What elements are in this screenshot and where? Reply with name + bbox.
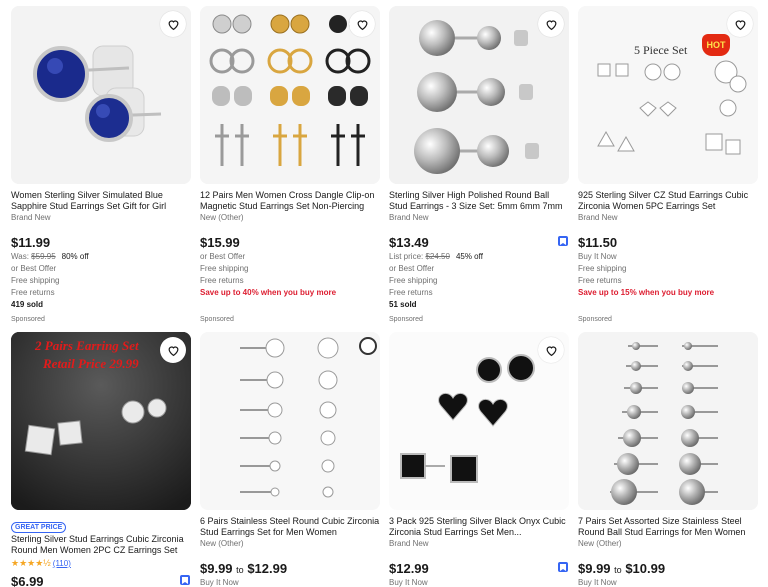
product-title[interactable]: Women Sterling Silver Simulated Blue Sap… — [11, 190, 191, 212]
was-label: Was: — [11, 252, 29, 261]
sponsored-label[interactable]: Sponsored — [11, 315, 191, 325]
best-offer: or Best Offer — [11, 264, 57, 273]
list-price: $24.50 — [425, 252, 450, 261]
rating-count[interactable]: (110) — [53, 559, 71, 568]
returns-info: Free returns — [200, 276, 244, 285]
product-price: $11.99 — [11, 235, 51, 250]
product-image[interactable]: 2 Pairs Earring Set Retail Price 29.99 — [11, 332, 191, 510]
product-image[interactable] — [200, 6, 380, 184]
product-condition: New (Other) — [200, 539, 244, 548]
heart-icon — [168, 345, 178, 356]
product-price: $11.50 — [578, 235, 618, 250]
six-pairs-cz-image — [200, 332, 380, 510]
product-price: $6.99 — [11, 574, 44, 587]
price-low: $9.99 — [200, 561, 233, 576]
product-image[interactable] — [389, 6, 569, 184]
product-price-range: $9.99 to $10.99 — [578, 560, 758, 579]
hot-badge-text: HOT — [706, 40, 726, 50]
bookmark-icon — [560, 563, 566, 571]
sponsored-label[interactable]: Sponsored — [389, 315, 569, 325]
returns-info: Free returns — [389, 288, 433, 297]
bookmark-icon — [560, 237, 566, 245]
volume-promo: Save up to 40% when you buy more — [200, 288, 337, 297]
price-high: $10.99 — [625, 561, 666, 576]
sponsored-label[interactable]: Sponsored — [200, 315, 380, 325]
list-label: List price: — [389, 252, 424, 261]
watch-heart-button[interactable] — [538, 11, 564, 37]
product-title[interactable]: 7 Pairs Set Assorted Size Stainless Stee… — [578, 516, 758, 538]
product-title[interactable]: 12 Pairs Men Women Cross Dangle Clip-on … — [200, 190, 380, 212]
rating[interactable]: ★★★★½ (110) — [11, 558, 191, 569]
bookmark-button[interactable] — [558, 562, 568, 572]
shipping-info: Free shipping — [11, 276, 60, 285]
product-price: $12.99 — [389, 561, 429, 576]
heart-icon — [546, 345, 556, 356]
product-title[interactable]: 6 Pairs Stainless Steel Round Cubic Zirc… — [200, 516, 380, 538]
sold-count: 419 sold — [11, 300, 44, 309]
best-offer: or Best Offer — [389, 264, 435, 273]
watch-heart-button[interactable] — [349, 11, 375, 37]
best-offer: or Best Offer — [200, 252, 246, 261]
shipping-info: Free shipping — [389, 276, 438, 285]
product-title[interactable]: 3 Pack 925 Sterling Silver Black Onyx Cu… — [389, 516, 569, 538]
product-condition: Brand New — [389, 213, 429, 222]
shipping-info: Free shipping — [200, 264, 249, 273]
product-title[interactable]: Sterling Silver High Polished Round Ball… — [389, 190, 569, 212]
was-price: $59.95 — [31, 252, 56, 261]
buy-it-now: Buy It Now — [578, 252, 617, 261]
bookmark-button[interactable] — [180, 575, 190, 585]
product-title[interactable]: 925 Sterling Silver CZ Stud Earrings Cub… — [578, 190, 758, 212]
product-image[interactable] — [578, 332, 758, 510]
product-price-range: $9.99 to $12.99 — [200, 560, 380, 579]
product-condition: Brand New — [389, 539, 429, 548]
image-caption: 5 Piece Set — [634, 43, 688, 57]
watch-heart-button[interactable] — [727, 11, 753, 37]
price-to: to — [614, 565, 622, 575]
product-title[interactable]: Sterling Silver Stud Earrings Cubic Zirc… — [11, 534, 191, 556]
discount-percent: 80% off — [61, 252, 89, 261]
heart-icon — [735, 19, 745, 30]
shipping-info: Free shipping — [578, 264, 627, 273]
hot-badge: HOT — [702, 34, 730, 56]
buy-it-now: Buy It Now — [389, 578, 428, 587]
product-image[interactable] — [11, 6, 191, 184]
image-promo-line1: 2 Pairs Earring Set — [35, 338, 139, 353]
seven-pairs-ball-image — [578, 332, 758, 510]
heart-icon — [168, 19, 178, 30]
watch-heart-button[interactable] — [538, 337, 564, 363]
returns-info: Free returns — [11, 288, 55, 297]
volume-promo: Save up to 15% when you buy more — [578, 288, 715, 297]
heart-icon — [357, 19, 367, 30]
star-icon: ★★★★½ — [11, 558, 51, 568]
product-condition: Brand New — [578, 213, 618, 222]
product-price: $13.49 — [389, 235, 429, 250]
heart-icon — [546, 19, 556, 30]
product-condition: New (Other) — [200, 213, 244, 222]
watch-heart-button[interactable] — [160, 11, 186, 37]
discount-percent: 45% off — [455, 252, 483, 261]
sponsored-label[interactable]: Sponsored — [578, 315, 758, 325]
watch-heart-button[interactable] — [160, 337, 186, 363]
was-price-line: Was: $59.95 80% off — [11, 251, 191, 263]
bookmark-button[interactable] — [558, 236, 568, 246]
price-high: $12.99 — [247, 561, 288, 576]
product-price: $15.99 — [200, 235, 240, 250]
product-image[interactable] — [200, 332, 380, 510]
image-promo-line2: Retail Price 29.99 — [43, 356, 139, 371]
product-image[interactable] — [389, 332, 569, 510]
price-low: $9.99 — [578, 561, 611, 576]
product-condition: New (Other) — [578, 539, 622, 548]
list-price-line: List price: $24.50 45% off — [389, 251, 569, 263]
price-to: to — [236, 565, 244, 575]
returns-info: Free returns — [578, 276, 622, 285]
bookmark-icon — [182, 576, 188, 584]
product-condition: Brand New — [11, 213, 51, 222]
great-price-badge: GREAT PRICE — [11, 522, 67, 533]
product-image[interactable]: 5 Piece Set HOT — [578, 6, 758, 184]
sold-count: 51 sold — [389, 300, 417, 309]
